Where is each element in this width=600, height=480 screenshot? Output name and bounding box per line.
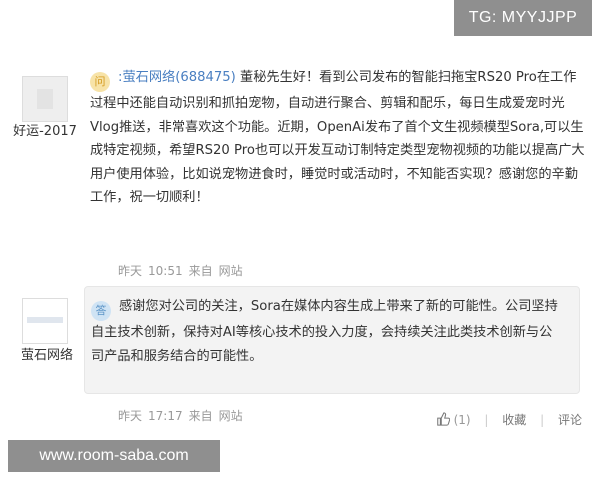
question-time: 10:51 [148, 264, 183, 278]
question-content: 问 :萤石网络(688475) 董秘先生好！看到公司发布的智能扫拖宝RS20 Pr… [90, 66, 588, 210]
comment-button[interactable]: 评论 [558, 413, 582, 427]
answer-meta: 昨天 17:17 来自 网站 [118, 407, 249, 424]
answer-day: 昨天 [118, 409, 143, 423]
favorite-button[interactable]: 收藏 [502, 413, 526, 427]
company-logo-icon [27, 317, 63, 323]
thumbs-up-icon [436, 412, 450, 426]
question-day: 昨天 [118, 264, 143, 278]
answer-box: 答感谢您对公司的关注，Sora在媒体内容生成上带来了新的可能性。公司坚持自主技术… [84, 286, 580, 394]
actions-divider: | [484, 413, 489, 427]
question-user-name[interactable]: 好运-2017 [8, 120, 82, 139]
question-target-company[interactable]: :萤石网络(688475) [118, 70, 236, 85]
answer-time: 17:17 [148, 409, 183, 423]
question-meta: 昨天 10:51 来自 网站 [118, 262, 249, 279]
avatar-company[interactable] [22, 298, 68, 344]
avatar-question-user[interactable] [22, 76, 68, 122]
watermark-bottom: www.room-saba.com [8, 440, 220, 472]
answer-from: 来自 [188, 409, 213, 423]
question-badge-icon: 问 [90, 72, 110, 92]
answer-content: 答感谢您对公司的关注，Sora在媒体内容生成上带来了新的可能性。公司坚持自主技术… [91, 295, 561, 369]
like-button[interactable]: (1) [436, 412, 475, 427]
answer-source: 网站 [218, 409, 243, 423]
like-count: (1) [453, 413, 471, 427]
answer-actions: (1) | 收藏 | 评论 [436, 411, 582, 428]
answer-badge-icon: 答 [91, 301, 111, 321]
answer-text: 感谢您对公司的关注，Sora在媒体内容生成上带来了新的可能性。公司坚持自主技术创… [91, 299, 558, 364]
avatar-placeholder-icon [37, 89, 53, 109]
question-text: 董秘先生好！看到公司发布的智能扫拖宝RS20 Pro在工作过程中还能自动识别和抓… [90, 70, 585, 205]
actions-divider: | [540, 413, 545, 427]
watermark-top: TG: MYYJJPP [454, 0, 592, 36]
question-from: 来自 [188, 264, 213, 278]
answer-user-name[interactable]: 萤石网络 [10, 344, 84, 363]
question-source: 网站 [218, 264, 243, 278]
